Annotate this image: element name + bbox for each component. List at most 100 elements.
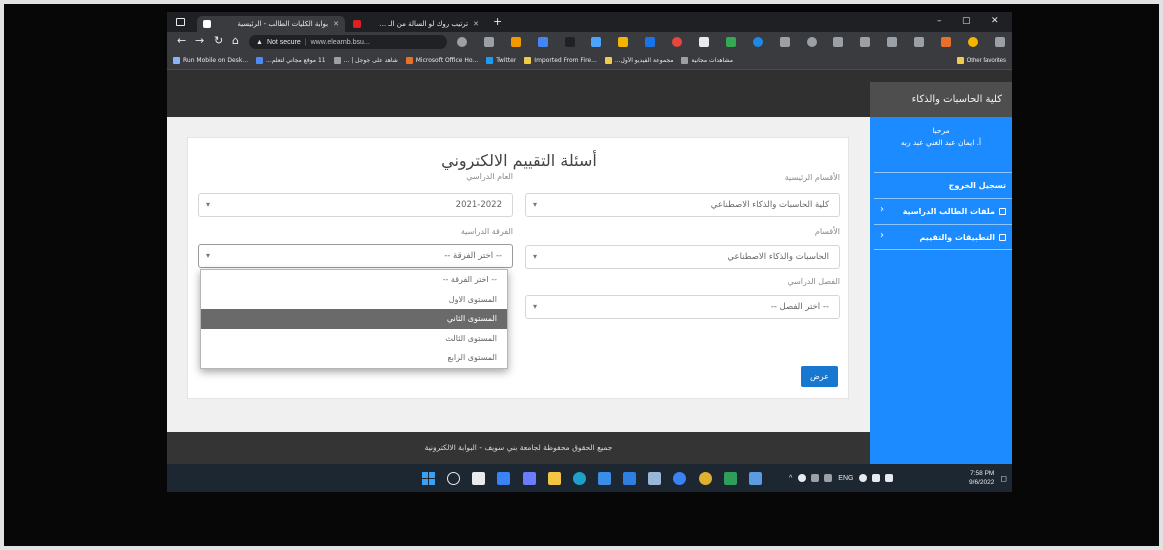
bookmark-folder[interactable]: Imported From Fire... bbox=[524, 57, 597, 64]
browser-extension-icon[interactable] bbox=[618, 37, 629, 47]
dropdown-option[interactable]: المستوى الرابع bbox=[201, 348, 507, 368]
dropdown-option[interactable]: -- اختر الفرقة -- bbox=[201, 270, 507, 290]
zoom-icon[interactable] bbox=[457, 37, 467, 47]
favorites-icon[interactable] bbox=[806, 37, 817, 47]
bookmark-item[interactable]: مجموعة الفيديو الأول... bbox=[604, 57, 673, 64]
sidebar-item-logout[interactable]: تسجيل الخروج bbox=[874, 172, 1012, 198]
windows-logo-pane bbox=[422, 471, 428, 478]
onedrive-icon[interactable] bbox=[798, 474, 807, 482]
browser-tab[interactable]: ترتيب روك لو السالة من الـ ... ✕ bbox=[347, 16, 485, 32]
select-value: -- اختر الفرقة -- bbox=[444, 251, 502, 261]
store-icon[interactable] bbox=[597, 471, 611, 485]
notification-icon[interactable]: ◻ bbox=[1000, 474, 1007, 483]
new-tab-button[interactable]: + bbox=[493, 15, 502, 28]
folder-icon bbox=[524, 57, 532, 64]
bookmark-item[interactable]: 11 موقع مجاني لتعلم... bbox=[256, 57, 326, 64]
close-tab-icon[interactable]: ✕ bbox=[473, 20, 479, 28]
chat-icon[interactable] bbox=[522, 471, 536, 485]
browser-extension-icon[interactable] bbox=[941, 37, 952, 47]
browser-tab-active[interactable]: بوابة الكليات الطالب - الرئيسية ✕ bbox=[197, 16, 345, 32]
browser-extension-icon[interactable] bbox=[860, 37, 871, 47]
back-button[interactable]: ← bbox=[177, 34, 186, 47]
other-favorites[interactable]: Other favorites bbox=[956, 57, 1006, 64]
tab-actions-icon[interactable] bbox=[176, 18, 185, 26]
browser-extension-icon[interactable] bbox=[752, 37, 763, 47]
app-icon[interactable] bbox=[748, 471, 762, 485]
minimize-button[interactable]: – bbox=[937, 16, 942, 26]
home-button[interactable]: ⌂ bbox=[232, 34, 239, 47]
clock-time: 7:58 PM bbox=[970, 470, 995, 477]
browser-extension-icon[interactable] bbox=[725, 37, 736, 47]
forward-button[interactable]: → bbox=[195, 34, 204, 47]
address-bar[interactable]: ▲ Not secure | www.elearnb.bsu... bbox=[249, 35, 447, 49]
bookmark-icon bbox=[333, 57, 341, 64]
main-department-select[interactable]: كلية الحاسبات والذكاء الاصطناعي ▾ bbox=[525, 193, 840, 217]
semester-select[interactable]: -- اختر الفصل -- ▾ bbox=[525, 295, 840, 319]
sidebar-item-student-files[interactable]: ملفات الطالب الدراسية ‹ bbox=[874, 198, 1012, 224]
tray-app-icon[interactable] bbox=[811, 474, 820, 482]
clock[interactable]: 7:58 PM 9/6/2022 bbox=[969, 469, 994, 487]
security-label[interactable]: Not secure bbox=[267, 39, 301, 46]
browser-extension-icon[interactable] bbox=[672, 37, 683, 47]
app-icon[interactable] bbox=[648, 471, 662, 485]
academic-year-select[interactable]: 2021-2022 ▾ bbox=[198, 193, 513, 217]
show-hidden-icons-button[interactable]: ^ bbox=[789, 475, 792, 482]
maximize-button[interactable]: ▢ bbox=[962, 16, 971, 26]
volume-icon[interactable] bbox=[872, 474, 881, 482]
browser-extension-icon[interactable] bbox=[591, 37, 602, 47]
browser-extension-icon[interactable] bbox=[699, 37, 710, 47]
submit-button[interactable]: عرض bbox=[801, 366, 838, 387]
site-brand[interactable]: كلية الحاسبات والذكاء bbox=[870, 82, 1012, 117]
chevron-left-icon[interactable]: ‹ bbox=[880, 204, 884, 215]
dropdown-option[interactable]: المستوى الاول bbox=[201, 290, 507, 310]
browser-extension-icon[interactable] bbox=[914, 37, 925, 47]
chevron-left-icon[interactable]: ‹ bbox=[880, 230, 884, 241]
bookmark-item[interactable]: مشاهدات مجانية bbox=[681, 57, 733, 64]
bookmark-item[interactable]: Twitter bbox=[486, 57, 516, 64]
bookmark-icon bbox=[681, 57, 689, 64]
tray-app-icon[interactable] bbox=[824, 474, 833, 482]
grade-select[interactable]: -- اختر الفرقة -- ▾ bbox=[198, 244, 513, 268]
dropdown-option[interactable]: المستوى الثالث bbox=[201, 329, 507, 349]
bookmark-item[interactable]: Microsoft Office Ho... bbox=[405, 57, 478, 64]
app-icon[interactable] bbox=[673, 471, 687, 485]
refresh-button[interactable]: ↻ bbox=[214, 34, 223, 47]
department-select[interactable]: الحاسبات والذكاء الاصطناعي ▾ bbox=[525, 245, 840, 269]
bookmark-item[interactable]: شاهد على جوجل | ... bbox=[333, 57, 398, 64]
semester-label: الفصل الدراسي bbox=[787, 277, 840, 286]
app-icon[interactable] bbox=[723, 471, 737, 485]
dropdown-option[interactable]: المستوى الثاني bbox=[201, 309, 507, 329]
task-view-icon[interactable] bbox=[472, 471, 486, 485]
battery-icon[interactable] bbox=[885, 474, 894, 482]
share-icon[interactable] bbox=[483, 37, 494, 47]
close-window-button[interactable]: ✕ bbox=[991, 16, 999, 26]
windows-start-icon[interactable] bbox=[422, 471, 435, 485]
browser-extension-icon[interactable] bbox=[645, 37, 656, 47]
browser-extension-icon[interactable] bbox=[887, 37, 898, 47]
chevron-down-icon: ▾ bbox=[533, 302, 538, 311]
browser-extension-icon[interactable] bbox=[564, 37, 575, 47]
file-explorer-icon[interactable] bbox=[547, 471, 561, 485]
edge-icon[interactable] bbox=[572, 471, 586, 485]
taskbar-apps bbox=[422, 471, 762, 485]
warning-icon[interactable]: ▲ bbox=[256, 39, 263, 46]
browser-extension-icon[interactable] bbox=[779, 37, 790, 47]
more-options-icon[interactable] bbox=[994, 37, 1005, 47]
sidebar-item-applications[interactable]: التطبيقات والتقييم ‹ bbox=[874, 224, 1012, 250]
mail-icon[interactable] bbox=[623, 471, 637, 485]
url-text[interactable]: www.elearnb.bsu... bbox=[311, 39, 370, 46]
search-icon[interactable] bbox=[447, 471, 461, 485]
close-tab-icon[interactable]: ✕ bbox=[333, 20, 339, 28]
page-title: أسئلة التقييم الالكتروني bbox=[441, 151, 597, 170]
collections-icon[interactable] bbox=[833, 37, 844, 47]
bookmark-icon bbox=[256, 57, 264, 64]
chrome-icon[interactable] bbox=[698, 471, 712, 485]
bookmark-item[interactable]: Run Mobile on Desk... bbox=[173, 57, 248, 64]
language-indicator[interactable]: ENG bbox=[838, 475, 853, 482]
wifi-icon[interactable] bbox=[859, 474, 868, 482]
widgets-icon[interactable] bbox=[497, 471, 511, 485]
browser-extension-icon[interactable] bbox=[510, 37, 521, 47]
sidebar: مرحبا أ. ايمان عبد الغني عبد ربه تسجيل ا… bbox=[870, 117, 1012, 464]
profile-icon[interactable] bbox=[967, 37, 978, 47]
browser-extension-icon[interactable] bbox=[537, 37, 548, 47]
